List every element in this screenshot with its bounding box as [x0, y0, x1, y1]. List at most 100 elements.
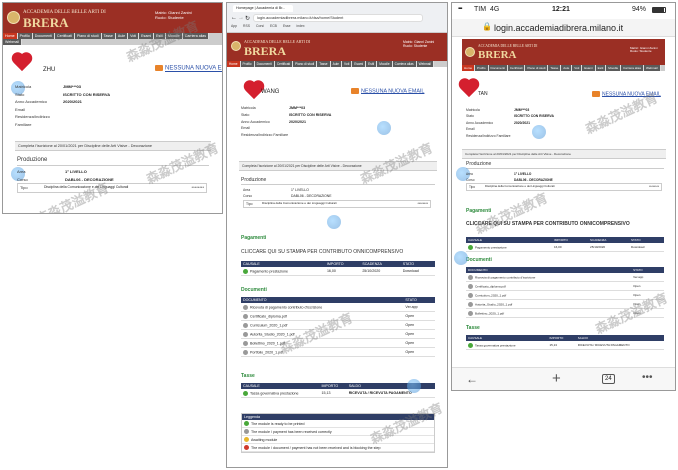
bookmark-item[interactable]: ECB [270, 24, 277, 28]
receipt-link[interactable]: RICEVUTA / RICEVUTA PAGAMENTO [575, 341, 664, 350]
cell[interactable]: Ver.app [403, 303, 435, 312]
reload-icon[interactable]: ↻ [245, 15, 250, 22]
tab-moodle[interactable]: Moodle [377, 61, 393, 67]
field-value: ISCRITTO CON RISERVA [289, 112, 332, 117]
cell: Pagamento prestazione [475, 244, 507, 249]
screenshot-desktop-browser: Homepage | Accademia di Br... ← → ↻ logi… [226, 2, 448, 468]
tab-documents[interactable]: Documenti [254, 61, 275, 67]
cell[interactable]: Open [403, 311, 435, 321]
cell[interactable]: Open [631, 299, 664, 309]
table-row: Certificato_diploma.pdf Open [241, 311, 435, 321]
cell[interactable]: Open [403, 329, 435, 339]
tab-exams[interactable]: Esami [352, 61, 367, 67]
cell[interactable]: Open [403, 338, 435, 348]
tab-moodle[interactable]: Moodle [165, 33, 183, 39]
no-new-email-link[interactable]: NESSUNA NUOVA EMAIL [351, 88, 424, 94]
new-tab-icon[interactable]: + [552, 370, 561, 387]
legend-item: The module is ready to be printed [242, 420, 434, 428]
user-line: Ruolo: Studente [403, 43, 428, 48]
tab-certificates[interactable]: Certificati [507, 65, 526, 71]
tab-profile[interactable]: Profilo [475, 65, 489, 71]
cell[interactable]: Open [631, 290, 664, 300]
cell: Ricevuta di pagamento contributo d'iscri… [250, 304, 323, 309]
browser-chrome: Homepage | Accademia di Br... ← → ↻ logi… [227, 3, 447, 33]
status-dot-icon [468, 301, 473, 307]
back-icon[interactable]: ← [466, 372, 478, 386]
tab-exams[interactable]: Esami [139, 33, 155, 39]
tab-documents[interactable]: Documenti [32, 33, 55, 39]
bookmark-item[interactable]: index [296, 24, 304, 28]
portal-header: ACCADEMIA DELLE BELLE ARTI DI BRERA Matr… [227, 33, 447, 61]
bookmark-item[interactable]: Corsi [256, 24, 264, 28]
field-label: Corso [243, 194, 253, 199]
tab-profile[interactable]: Profilo [240, 61, 255, 67]
tab-career[interactable]: Carriera alias [182, 33, 210, 39]
cell[interactable]: Open [631, 281, 664, 291]
tab-grades[interactable]: Voti [341, 61, 353, 67]
print-contribution-heading[interactable]: CLICCARE QUI SU STAMPA PER CONTRIBUTO ON… [466, 221, 656, 228]
tab-webmail[interactable]: Webmail [643, 65, 661, 71]
tab-study-plan[interactable]: Piano di studi [74, 33, 102, 39]
tab-rooms[interactable]: Aule [115, 33, 129, 39]
field-label: Stato [241, 112, 250, 117]
status-dot-icon [244, 445, 249, 450]
tab-count[interactable]: 24 [602, 374, 615, 384]
tab-study-plan[interactable]: Piano di studi [293, 61, 318, 67]
payments-table: CAUSALE IMPORTO SCADENZA STATO Pagamento… [466, 237, 664, 252]
cell[interactable]: Ver.app [631, 273, 664, 282]
print-contribution-heading[interactable]: CLICCARE QUI SU STAMPA PER CONTRIBUTO ON… [241, 249, 403, 255]
cell[interactable]: Open [403, 320, 435, 330]
bookmark-item[interactable]: Esse [283, 24, 291, 28]
bookmark-item[interactable]: App [231, 24, 237, 28]
download-link[interactable]: Download [400, 267, 435, 276]
tab-study-plan[interactable]: Piano di studi [525, 65, 549, 71]
no-new-email-link[interactable]: NESSUNA NUOVA EMAIL [155, 65, 222, 72]
production-title: Produzione [17, 157, 48, 163]
tab-results[interactable]: Esiti [366, 61, 378, 67]
tab-career[interactable]: Carriera alias [392, 61, 417, 67]
tab-grades[interactable]: Voti [128, 33, 140, 39]
table-row: Portfolio_2020_1.pdf Open [241, 347, 435, 357]
tab-moodle[interactable]: Moodle [606, 65, 622, 71]
status-dot-icon [243, 390, 248, 396]
forward-icon[interactable]: → [238, 15, 244, 21]
tab-webmail[interactable]: Webmail [3, 39, 22, 45]
browser-tab[interactable]: Homepage | Accademia di Br... [233, 5, 293, 12]
cell[interactable]: Open [403, 347, 435, 357]
tab-webmail[interactable]: Webmail [416, 61, 434, 67]
tab-certificates[interactable]: Certificati [274, 61, 294, 67]
bookmark-item[interactable]: RSS [243, 24, 250, 28]
tab-taxes[interactable]: Tasse [101, 33, 116, 39]
download-link[interactable]: Download [629, 243, 664, 252]
user-line: Ruolo: Studente [630, 49, 652, 54]
battery-label: 94% [632, 6, 647, 13]
tab-rooms[interactable]: Aule [561, 65, 573, 71]
field-label: Stato [15, 91, 25, 97]
tab-certificates[interactable]: Certificati [54, 33, 75, 39]
address-bar[interactable]: login.accademiadibrera.milano.it/dsa/hom… [253, 14, 423, 22]
table-row: Curriculum_2020_1.pdf Open [241, 320, 435, 330]
tab-exams[interactable]: Esami [582, 65, 596, 71]
tab-results[interactable]: Esiti [595, 65, 607, 71]
more-icon[interactable]: ••• [642, 372, 653, 383]
tab-grades[interactable]: Voti [572, 65, 583, 71]
tab-home[interactable]: Home [227, 61, 241, 67]
tab-results[interactable]: Esiti [154, 33, 166, 39]
no-new-email-link[interactable]: NESSUNA NUOVA EMAIL [592, 91, 661, 97]
tab-taxes[interactable]: Tasse [548, 65, 562, 71]
production-fields: Area 1° LIVELLO Corso DABL06 - DECORAZIONE… [17, 168, 207, 193]
field-label: Matricola [241, 106, 256, 110]
table-row: Ricevuta di pagamento contributo d'iscri… [241, 303, 435, 312]
tab-documents[interactable]: Documenti [488, 65, 508, 71]
tab-rooms[interactable]: Aule [330, 61, 342, 67]
cell: Certificato_diploma.pdf [250, 313, 287, 318]
mobile-address-bar[interactable]: 🔒 login.accademiadibrera.milano.it [452, 19, 675, 37]
network-label: 4G [490, 6, 500, 13]
enrollment-notice: Completa l'iscrizione al 20/01/2021 per … [462, 149, 666, 159]
tab-taxes[interactable]: Tasse [317, 61, 331, 67]
back-icon[interactable]: ← [231, 15, 237, 21]
tab-home[interactable]: Home [462, 65, 476, 71]
receipt-link[interactable]: RICEVUTA / RICEVUTA PAGAMENTO [346, 389, 435, 398]
cell[interactable]: Open [631, 308, 664, 318]
tab-career[interactable]: Carriera alias [621, 65, 644, 71]
